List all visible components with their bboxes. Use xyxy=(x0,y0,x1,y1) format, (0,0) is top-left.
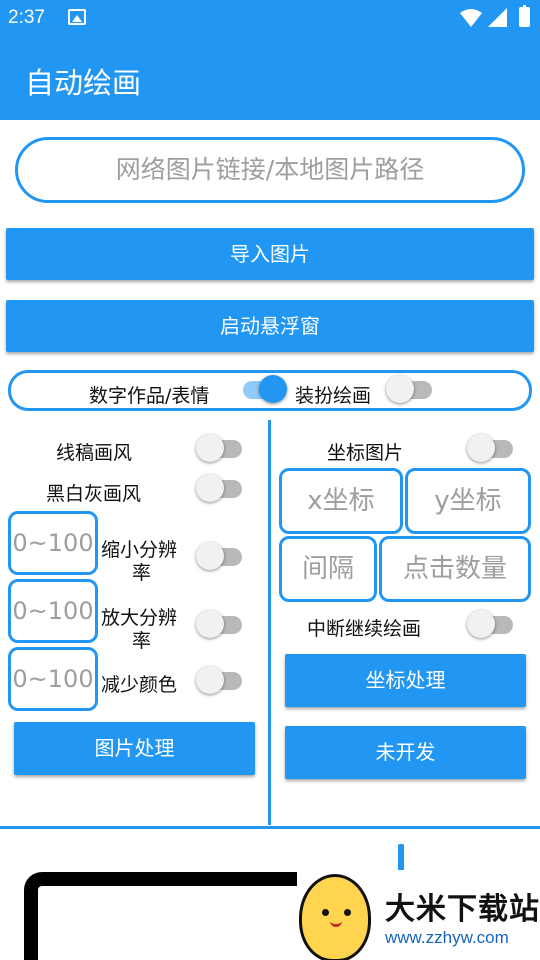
coord-process-button[interactable]: 坐标处理 xyxy=(285,654,526,707)
import-image-button[interactable]: 导入图片 xyxy=(6,228,534,280)
resume-drawing-label: 中断继续绘画 xyxy=(307,618,422,640)
line-art-switch[interactable] xyxy=(196,430,244,466)
x-coord-input[interactable]: x坐标 xyxy=(279,468,403,534)
preview-frame xyxy=(24,872,324,960)
app-bar: 自动绘画 xyxy=(0,36,540,120)
wifi-icon xyxy=(460,9,482,27)
status-bar: 2:37 xyxy=(0,0,540,36)
reduce-colors-switch[interactable] xyxy=(196,662,244,698)
grayscale-switch[interactable] xyxy=(196,470,244,506)
line-art-label: 线稿画风 xyxy=(56,442,133,464)
enlarge-resolution-switch[interactable] xyxy=(196,606,244,642)
undeveloped-button[interactable]: 未开发 xyxy=(285,726,526,779)
signal-icon xyxy=(488,8,507,27)
panel-divider xyxy=(268,420,271,825)
watermark-title: 大米下载站 xyxy=(385,892,540,927)
mode-selector: 数字作品/表情 装扮绘画 xyxy=(8,370,532,411)
enlarge-resolution-label-2: 率 xyxy=(132,630,152,652)
reduce-colors-input[interactable]: 0~100 xyxy=(8,647,98,711)
watermark: 大米下载站 www.zzhyw.com xyxy=(297,870,540,960)
start-float-window-button[interactable]: 启动悬浮窗 xyxy=(6,300,534,352)
mode-digital-switch[interactable] xyxy=(239,371,287,407)
reduce-resolution-switch[interactable] xyxy=(196,538,244,574)
image-path-input[interactable]: 网络图片链接/本地图片路径 xyxy=(15,137,525,203)
reduce-resolution-input[interactable]: 0~100 xyxy=(8,511,98,575)
y-coord-input[interactable]: y坐标 xyxy=(405,468,531,534)
preview-area: 大米下载站 www.zzhyw.com xyxy=(0,829,540,960)
mode-dressup-label: 装扮绘画 xyxy=(295,385,372,407)
reduce-colors-label: 减少颜色 xyxy=(101,674,178,696)
interval-input[interactable]: 间隔 xyxy=(279,536,377,602)
status-time: 2:37 xyxy=(8,7,45,28)
click-count-input[interactable]: 点击数量 xyxy=(379,536,531,602)
grayscale-label: 黑白灰画风 xyxy=(46,483,142,505)
image-icon xyxy=(68,9,86,25)
resume-drawing-switch[interactable] xyxy=(467,606,515,642)
reduce-resolution-label-2: 率 xyxy=(132,562,152,584)
enlarge-resolution-input[interactable]: 0~100 xyxy=(8,579,98,643)
mode-dressup-switch[interactable] xyxy=(386,371,434,407)
image-process-button[interactable]: 图片处理 xyxy=(14,722,255,775)
mode-digital-label: 数字作品/表情 xyxy=(89,385,210,407)
watermark-url: www.zzhyw.com xyxy=(385,928,509,947)
coord-image-label: 坐标图片 xyxy=(327,442,404,464)
coord-image-switch[interactable] xyxy=(467,430,515,466)
page-title: 自动绘画 xyxy=(25,66,142,100)
watermark-logo-icon xyxy=(299,874,371,960)
battery-icon xyxy=(519,5,530,27)
